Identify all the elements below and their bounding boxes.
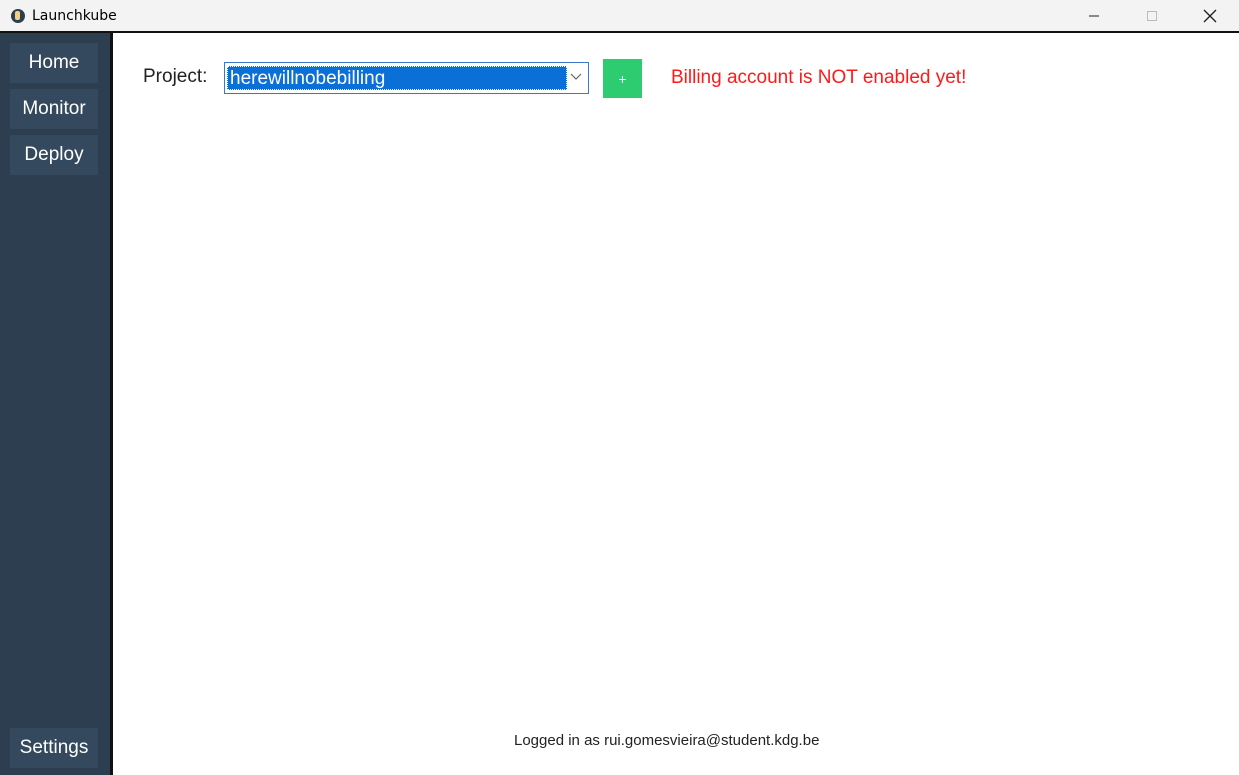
chevron-down-icon (570, 73, 582, 80)
launchkube-logo-icon (11, 8, 25, 23)
window-title: Launchkube (32, 7, 117, 24)
project-label: Project: (143, 66, 208, 87)
app-window: Launchkube Home Monitor Deploy Settings … (0, 0, 1239, 775)
sidebar-item-settings[interactable]: Settings (10, 728, 98, 768)
project-select[interactable]: herewillnobebilling (224, 62, 589, 94)
minimize-icon (1089, 15, 1099, 16)
close-button[interactable] (1181, 0, 1239, 31)
sidebar-item-home[interactable]: Home (10, 43, 98, 83)
logged-in-status: Logged in as rui.gomesvieira@student.kdg… (514, 732, 820, 749)
window-controls (1065, 0, 1239, 31)
sidebar-divider (110, 33, 113, 775)
project-select-value: herewillnobebilling (227, 66, 567, 90)
window-frame-border (0, 31, 1239, 33)
close-icon (1203, 9, 1217, 22)
minimize-button[interactable] (1065, 0, 1123, 31)
sidebar-item-deploy[interactable]: Deploy (10, 135, 98, 175)
add-project-button[interactable]: + (603, 59, 642, 98)
maximize-icon (1147, 10, 1157, 21)
billing-warning: Billing account is NOT enabled yet! (671, 67, 967, 88)
sidebar: Home Monitor Deploy Settings (0, 33, 110, 775)
maximize-button[interactable] (1123, 0, 1181, 31)
title-bar: Launchkube (0, 0, 1239, 31)
sidebar-item-monitor[interactable]: Monitor (10, 89, 98, 129)
